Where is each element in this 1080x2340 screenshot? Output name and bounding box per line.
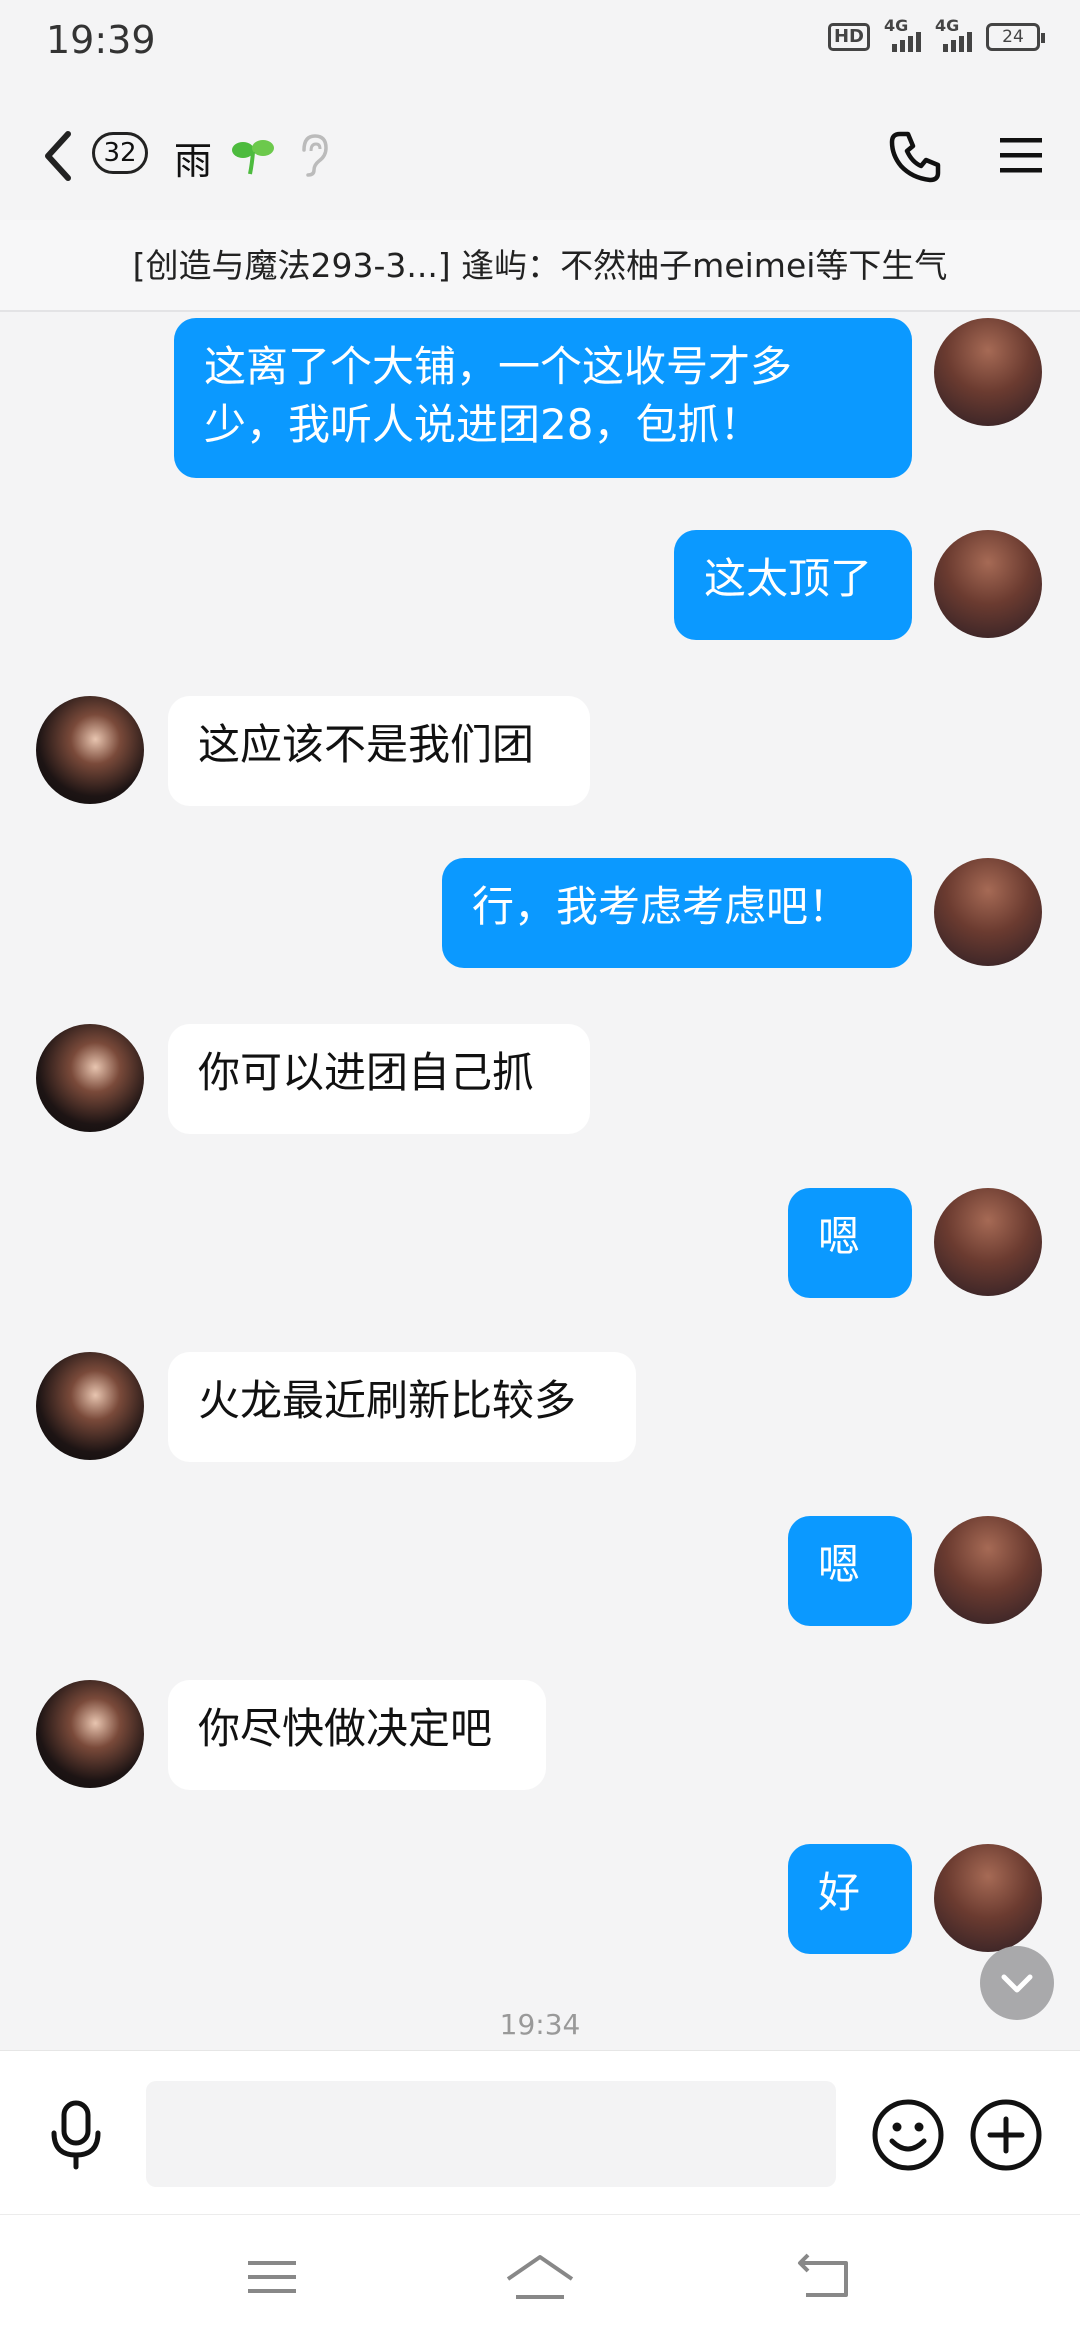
message-text-line: 好 [818, 1868, 861, 1917]
message-text-line: 这太顶了 [704, 554, 873, 603]
message-text-line: 少，我听人说进团28，包抓！ [204, 400, 762, 449]
sprout-icon [230, 136, 276, 180]
emoji-icon [872, 2099, 944, 2171]
message-bubble[interactable]: 你可以进团自己抓 [168, 1024, 590, 1134]
hd-voice-icon: HD [827, 23, 870, 51]
message-bubble[interactable]: 火龙最近刷新比较多 [168, 1352, 636, 1462]
ear-icon[interactable] [296, 132, 330, 182]
avatar-me[interactable] [934, 1188, 1042, 1296]
status-icons: HD 4G 4G 24 [827, 16, 1045, 52]
message-text-line: 你尽快做决定吧 [198, 1704, 493, 1753]
recent-apps-button[interactable] [244, 2249, 300, 2309]
recent-apps-icon [248, 2261, 296, 2293]
back-arrow-icon [45, 131, 71, 181]
message-bubble[interactable]: 这应该不是我们团 [168, 696, 590, 806]
message-bubble[interactable]: 好 [788, 1844, 912, 1954]
message-text-line: 嗯 [818, 1212, 861, 1261]
unread-count-badge[interactable]: 32 [92, 132, 148, 174]
message-bubble[interactable]: 嗯 [788, 1188, 912, 1298]
message-text-line: 火龙最近刷新比较多 [198, 1376, 577, 1425]
status-bar: 19:39 HD 4G 4G 24 [0, 0, 1080, 80]
group-notice-banner[interactable]: [创造与魔法293-3...] 逢屿：不然柚子meimei等下生气 [0, 220, 1080, 312]
signal-icon-2: 4G [935, 16, 972, 52]
emoji-button[interactable] [870, 2097, 946, 2177]
more-actions-button[interactable] [968, 2097, 1044, 2177]
message-text-line: 你可以进团自己抓 [198, 1048, 535, 1097]
avatar-contact[interactable] [36, 1680, 144, 1788]
menu-icon [1000, 138, 1042, 173]
voice-input-button[interactable] [40, 2099, 112, 2175]
microphone-icon [51, 2100, 101, 2170]
input-bar [0, 2050, 1080, 2214]
avatar-contact[interactable] [36, 1024, 144, 1132]
system-back-button[interactable] [794, 2249, 854, 2309]
avatar-me[interactable] [934, 1516, 1042, 1624]
message-bubble[interactable]: 嗯 [788, 1516, 912, 1626]
message-text-line: 嗯 [818, 1540, 861, 1589]
message-text-line: 这离了个大铺，一个这收号才多 [204, 342, 793, 391]
avatar-me[interactable] [934, 318, 1042, 426]
home-icon [506, 2255, 574, 2299]
message-input[interactable] [146, 2081, 836, 2187]
message-bubble[interactable]: 这太顶了 [674, 530, 912, 640]
avatar-me[interactable] [934, 858, 1042, 966]
avatar-contact[interactable] [36, 696, 144, 804]
status-time: 19:39 [46, 18, 156, 62]
signal-icon-1: 4G [884, 16, 921, 52]
phone-icon [889, 131, 941, 183]
plus-icon [970, 2099, 1042, 2171]
message-bubble[interactable]: 你尽快做决定吧 [168, 1680, 546, 1790]
message-bubble[interactable]: 这离了个大铺，一个这收号才多 少，我听人说进团28，包抓！ [174, 318, 912, 478]
avatar-contact[interactable] [36, 1352, 144, 1460]
back-button[interactable] [40, 126, 80, 186]
message-timestamp: 19:34 [499, 2008, 581, 2041]
message-text-line: 行，我考虑考虑吧！ [472, 882, 851, 931]
chat-header: 32 雨 [0, 80, 1080, 220]
voice-call-button[interactable] [888, 130, 942, 188]
battery-icon: 24 [986, 23, 1045, 51]
home-button[interactable] [504, 2249, 576, 2309]
message-bubble[interactable]: 行，我考虑考虑吧！ [442, 858, 912, 968]
menu-button[interactable] [998, 132, 1044, 182]
avatar-me[interactable] [934, 1844, 1042, 1952]
back-icon [798, 2253, 848, 2297]
system-navigation-bar [0, 2214, 1080, 2340]
avatar-me[interactable] [934, 530, 1042, 638]
chat-title[interactable]: 雨 [174, 130, 212, 185]
message-text-line: 这应该不是我们团 [198, 720, 535, 769]
